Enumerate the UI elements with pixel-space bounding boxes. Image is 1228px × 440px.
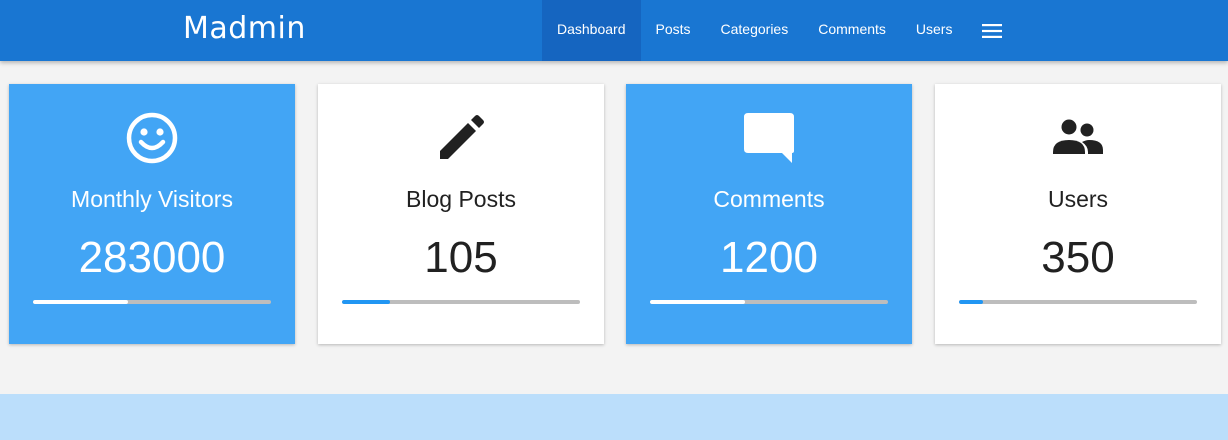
nav-item-users[interactable]: Users: [901, 0, 968, 61]
stat-value: 350: [1041, 233, 1115, 282]
stat-progress-fill: [650, 300, 746, 304]
stat-progress-bar: [959, 300, 1197, 304]
stat-progress-bar: [342, 300, 580, 304]
stat-value: 283000: [78, 233, 226, 282]
hamburger-menu-icon: [982, 23, 1003, 38]
stat-value: 1200: [720, 233, 818, 282]
stat-title: Blog Posts: [406, 186, 516, 212]
stats-cards: Monthly Visitors 283000 Blog Posts 105 C…: [9, 84, 1221, 344]
top-app-bar: Madmin Dashboard Posts Categories Commen…: [0, 0, 1228, 61]
stat-title: Monthly Visitors: [71, 186, 233, 212]
nav-item-categories[interactable]: Categories: [706, 0, 804, 61]
menu-button[interactable]: [967, 0, 1017, 61]
main-nav: Dashboard Posts Categories Comments User…: [542, 0, 1017, 61]
stat-value: 105: [424, 233, 498, 282]
stat-title: Comments: [713, 186, 825, 212]
stat-progress-fill: [959, 300, 983, 304]
app-title[interactable]: Madmin: [183, 0, 306, 61]
nav-item-posts[interactable]: Posts: [641, 0, 706, 61]
stat-card-monthly-visitors: Monthly Visitors 283000: [9, 84, 295, 344]
stat-progress-fill: [33, 300, 129, 304]
stat-card-blog-posts: Blog Posts 105: [318, 84, 604, 344]
stat-card-users: Users 350: [935, 84, 1221, 344]
content-panel-header: [0, 394, 1228, 440]
nav-item-dashboard[interactable]: Dashboard: [542, 0, 641, 61]
people-icon: [1053, 119, 1103, 154]
nav-item-comments[interactable]: Comments: [803, 0, 901, 61]
stat-progress-bar: [33, 300, 271, 304]
stat-title: Users: [1047, 186, 1109, 212]
stat-progress-fill: [342, 300, 390, 304]
pencil-icon: [440, 115, 484, 159]
stat-card-comments: Comments 1200: [626, 84, 912, 344]
stat-progress-bar: [650, 300, 888, 304]
smiley-face-icon: [126, 112, 178, 164]
comment-icon: [744, 113, 794, 163]
